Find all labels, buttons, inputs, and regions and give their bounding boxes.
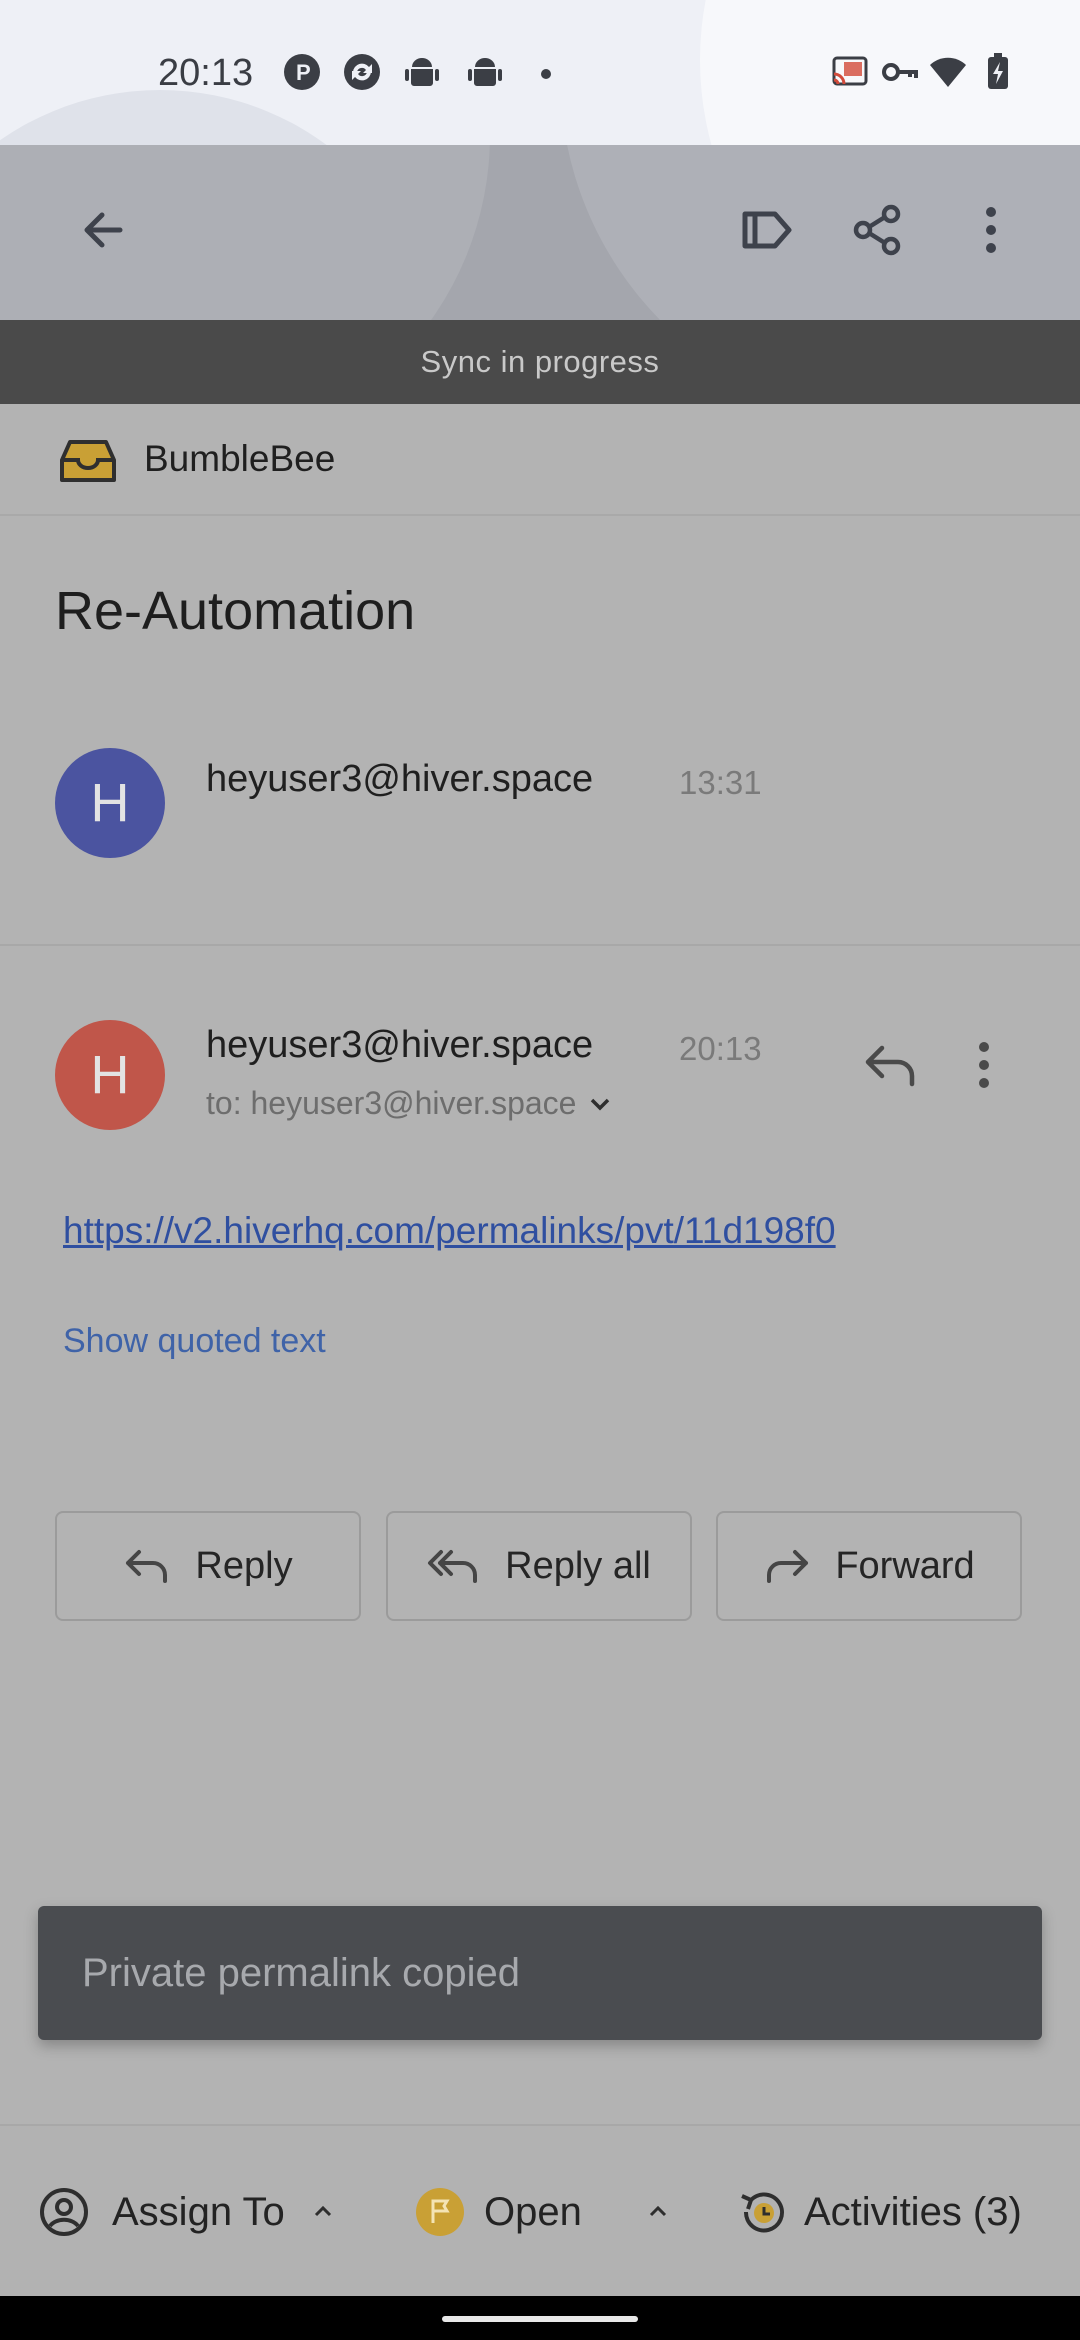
- assign-to-label: Assign To: [112, 2189, 285, 2234]
- status-bar: 20:13 P: [0, 0, 1080, 145]
- divider: [0, 944, 1080, 946]
- chevron-down-icon: [591, 1098, 610, 1110]
- permalink-link[interactable]: https://v2.hiverhq.com/permalinks/pvt/11…: [63, 1210, 836, 1252]
- arrow-left-icon: [84, 212, 123, 248]
- recipient-line: to: heyuser3@hiver.space: [206, 1085, 577, 1121]
- message-time: 13:31: [679, 764, 762, 801]
- sender-email: heyuser3@hiver.space: [206, 758, 594, 800]
- label-icon: [742, 211, 792, 249]
- sync-banner: Sync in progress: [0, 320, 1080, 404]
- cast-icon: [832, 56, 868, 86]
- conversation-view: [0, 404, 1080, 2124]
- sender-email: heyuser3@hiver.space: [206, 1024, 594, 1066]
- reply-label: Reply: [195, 1544, 293, 1587]
- inbox-row[interactable]: BumbleBee: [0, 404, 1080, 516]
- reply-icon-button[interactable]: [850, 1020, 930, 1110]
- status-label: Open: [484, 2189, 582, 2234]
- more-options-button[interactable]: [946, 185, 1036, 275]
- email-subject: Re-Automation: [55, 581, 416, 641]
- back-button[interactable]: [58, 185, 148, 275]
- forward-button[interactable]: Forward: [716, 1511, 1022, 1621]
- assign-to-button[interactable]: Assign To: [38, 2186, 335, 2238]
- sync-app-icon: [344, 54, 380, 90]
- activities-button[interactable]: Activities (3): [736, 2186, 1022, 2238]
- reply-icon: [865, 1045, 915, 1087]
- activities-label: Activities (3): [804, 2189, 1022, 2234]
- dot-icon: [541, 69, 551, 79]
- message-time: 20:13: [679, 1030, 762, 1067]
- app-bar: [0, 145, 1080, 320]
- reply-icon: [126, 1550, 168, 1583]
- message-more-button[interactable]: [944, 1020, 1024, 1110]
- history-icon: [741, 2192, 784, 2233]
- recipients-toggle[interactable]: to: heyuser3@hiver.space: [206, 1085, 614, 1122]
- avatar: H: [55, 748, 165, 858]
- android-icon: [468, 58, 502, 86]
- flag-circle-icon: [416, 2188, 464, 2236]
- chevron-up-icon: [314, 2205, 331, 2217]
- forward-icon: [767, 1550, 809, 1583]
- vpn-key-icon: [882, 63, 918, 81]
- inbox-name: BumbleBee: [144, 438, 336, 479]
- user-circle-icon: [40, 2188, 88, 2236]
- chevron-up-icon: [649, 2205, 666, 2217]
- forward-label: Forward: [835, 1544, 975, 1587]
- status-time: 20:13: [158, 52, 254, 94]
- share-button[interactable]: [832, 185, 922, 275]
- p-badge-icon: P: [284, 54, 320, 90]
- show-quoted-text-link[interactable]: Show quoted text: [63, 1322, 326, 1361]
- avatar: H: [55, 1020, 165, 1130]
- inbox-tray-icon: [60, 440, 116, 482]
- home-indicator[interactable]: [442, 2316, 638, 2322]
- reply-all-button[interactable]: Reply all: [386, 1511, 692, 1621]
- reply-all-icon: [428, 1550, 478, 1583]
- svg-text:P: P: [296, 60, 311, 85]
- more-vert-icon: [986, 207, 996, 253]
- label-button[interactable]: [722, 185, 812, 275]
- more-vert-icon: [979, 1042, 989, 1088]
- snackbar: Private permalink copied: [38, 1906, 1042, 2040]
- reply-button[interactable]: Reply: [55, 1511, 361, 1621]
- message-collapsed[interactable]: [0, 720, 1080, 940]
- battery-charging-icon: [988, 53, 1008, 89]
- wifi-icon: [930, 57, 966, 87]
- share-icon: [853, 204, 901, 256]
- snackbar-message: Private permalink copied: [82, 1951, 520, 1995]
- status-button[interactable]: Open: [414, 2186, 670, 2238]
- reply-all-label: Reply all: [505, 1544, 651, 1587]
- android-icon: [405, 58, 439, 86]
